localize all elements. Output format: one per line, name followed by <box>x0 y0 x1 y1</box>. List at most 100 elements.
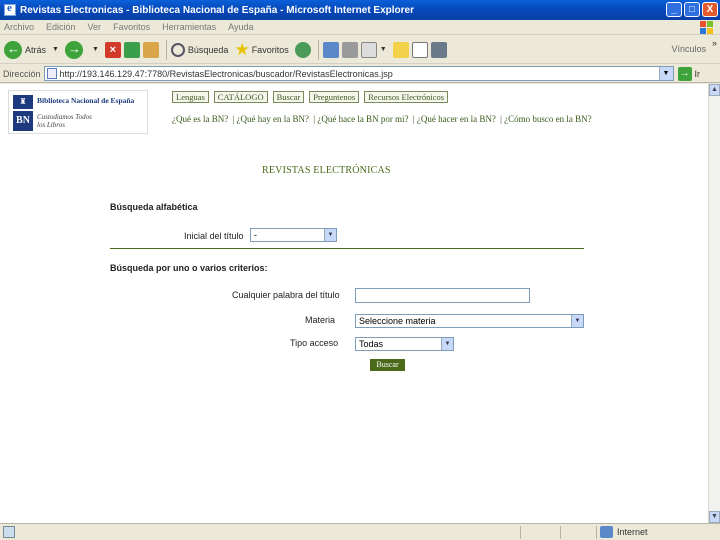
vertical-scrollbar[interactable]: ▲ ▼ <box>708 84 720 523</box>
access-type-value: Todas <box>359 339 384 349</box>
menu-ver[interactable]: Ver <box>88 22 102 32</box>
subject-select[interactable]: Seleccione materia ▼ <box>355 314 584 328</box>
address-url: http://193.146.129.47:7780/RevistasElect… <box>59 68 393 79</box>
windows-flag-icon <box>700 21 713 34</box>
link-como-busco[interactable]: ¿Cómo busco en la BN? <box>504 114 591 124</box>
search-button[interactable]: Búsqueda <box>170 42 229 57</box>
messenger-icon[interactable] <box>430 41 447 58</box>
status-divider <box>560 526 561 539</box>
back-arrow-icon <box>4 40 22 59</box>
status-divider <box>596 526 597 539</box>
toolbar-separator <box>317 39 319 60</box>
subject-label: Materia <box>305 315 336 325</box>
menu-herramientas[interactable]: Herramientas <box>162 22 216 32</box>
chevron-down-icon: ▼ <box>571 315 583 327</box>
title-word-input[interactable] <box>355 288 530 303</box>
tab-recursos-electronicos[interactable]: Recursos Electrónicos <box>364 91 449 103</box>
address-dropdown-icon[interactable]: ▼ <box>658 67 673 80</box>
scroll-down-icon[interactable]: ▼ <box>709 511 720 523</box>
search-submit-button[interactable]: Buscar <box>370 359 405 371</box>
go-button[interactable]: Ir <box>695 69 701 79</box>
close-button[interactable]: X <box>702 2 718 17</box>
scroll-up-icon[interactable]: ▲ <box>709 84 720 96</box>
print-icon[interactable] <box>341 41 358 58</box>
ie-logo-icon <box>4 2 16 16</box>
access-type-label: Tipo acceso <box>290 338 339 348</box>
title-initial-select[interactable]: - ▼ <box>250 228 337 242</box>
address-label: Dirección <box>3 68 41 79</box>
tab-buscar[interactable]: Buscar <box>272 91 305 103</box>
title-bar: Revistas Electronicas - Biblioteca Nacio… <box>0 0 720 20</box>
refresh-icon[interactable] <box>123 41 140 58</box>
page-icon <box>46 68 57 79</box>
mail-icon[interactable] <box>322 41 339 58</box>
menu-bar: Archivo Edición Ver Favoritos Herramient… <box>0 20 720 35</box>
access-type-select[interactable]: Todas ▼ <box>355 337 454 351</box>
forward-button[interactable] <box>64 40 86 59</box>
go-arrow-icon[interactable]: → <box>677 66 692 81</box>
page-content: ♜ BN Biblioteca Nacional de España Custo… <box>0 84 708 523</box>
section-divider <box>110 248 584 249</box>
globe-icon <box>600 526 613 538</box>
toolbar-separator <box>165 39 167 60</box>
discuss-icon[interactable] <box>392 41 409 58</box>
home-icon[interactable] <box>142 41 159 58</box>
maximize-button[interactable]: □ <box>684 2 700 17</box>
quick-links: ¿Qué es la BN? | ¿Qué hay en la BN? | ¿Q… <box>172 114 592 124</box>
search-label: Búsqueda <box>187 44 229 55</box>
back-label: Atrás <box>25 44 47 55</box>
forward-dropdown-icon[interactable]: ▼ <box>92 46 99 53</box>
address-input[interactable]: http://193.146.129.47:7780/RevistasElect… <box>43 66 674 81</box>
history-icon[interactable] <box>294 41 311 58</box>
links-label[interactable]: Vínculos <box>671 44 706 54</box>
bn-tagline-2: los Libros <box>37 121 65 129</box>
tab-preguntenos[interactable]: Preguntenos <box>309 91 360 103</box>
alpha-search-heading: Búsqueda alfabética <box>110 202 198 212</box>
link-que-hace[interactable]: ¿Qué hace la BN por mi? <box>317 114 408 124</box>
research-icon[interactable] <box>411 41 428 58</box>
status-bar: Internet <box>0 523 720 540</box>
link-que-hacer[interactable]: ¿Qué hacer en la BN? <box>417 114 496 124</box>
title-initial-label: Inicial del título <box>184 231 244 241</box>
edit-dropdown-icon[interactable]: ▼ <box>380 46 387 53</box>
subject-value: Seleccione materia <box>359 316 436 326</box>
security-zone: Internet <box>600 526 648 538</box>
stop-icon[interactable]: × <box>104 41 121 58</box>
tab-catalogo[interactable]: CATÁLOGO <box>213 91 268 103</box>
criteria-search-heading: Búsqueda por uno o varios criterios: <box>110 263 268 273</box>
window-title: Revistas Electronicas - Biblioteca Nacio… <box>20 4 415 16</box>
menu-archivo[interactable]: Archivo <box>4 22 34 32</box>
favorites-label: Favoritos <box>251 44 289 55</box>
page-status-icon <box>3 526 15 538</box>
minimize-button[interactable]: _ <box>666 2 682 17</box>
bn-name: Biblioteca Nacional de España <box>37 96 135 105</box>
link-que-hay[interactable]: ¿Qué hay en la BN? <box>237 114 309 124</box>
bn-tagline-1: Custodiamos Todos <box>37 113 92 121</box>
status-divider <box>520 526 521 539</box>
back-dropdown-icon[interactable]: ▼ <box>52 46 59 53</box>
any-word-label: Cualquier palabra del título <box>232 290 340 300</box>
chevron-down-icon: ▼ <box>441 338 453 350</box>
menu-edicion[interactable]: Edición <box>46 22 76 32</box>
nav-tabs: Lenguas CATÁLOGO Buscar Preguntenos Recu… <box>172 91 449 103</box>
tab-lenguas[interactable]: Lenguas <box>172 91 209 103</box>
star-icon: ★ <box>234 39 250 59</box>
chevron-down-icon: ▼ <box>324 229 336 241</box>
favorites-button[interactable]: ★ Favoritos <box>234 39 289 59</box>
back-button[interactable]: Atrás <box>4 40 47 59</box>
forward-arrow-icon <box>64 40 83 59</box>
search-icon <box>170 42 185 57</box>
bn-logo[interactable]: ♜ BN Biblioteca Nacional de España Custo… <box>8 90 148 134</box>
title-initial-value: - <box>254 230 257 240</box>
page-title: REVISTAS ELECTRÓNICAS <box>262 165 391 176</box>
address-bar: Dirección http://193.146.129.47:7780/Rev… <box>0 65 720 83</box>
bn-abbr: BN <box>13 111 33 131</box>
menu-favoritos[interactable]: Favoritos <box>113 22 150 32</box>
zone-label: Internet <box>617 527 648 537</box>
link-que-es[interactable]: ¿Qué es la BN? <box>172 114 228 124</box>
menu-ayuda[interactable]: Ayuda <box>228 22 253 32</box>
edit-icon[interactable] <box>360 41 377 58</box>
crest-icon: ♜ <box>13 95 33 109</box>
toolbar: Atrás ▼ ▼ × Búsqueda ★ Favoritos ▼ <box>0 36 720 64</box>
toolbar-chevron-icon[interactable]: » <box>712 38 717 48</box>
